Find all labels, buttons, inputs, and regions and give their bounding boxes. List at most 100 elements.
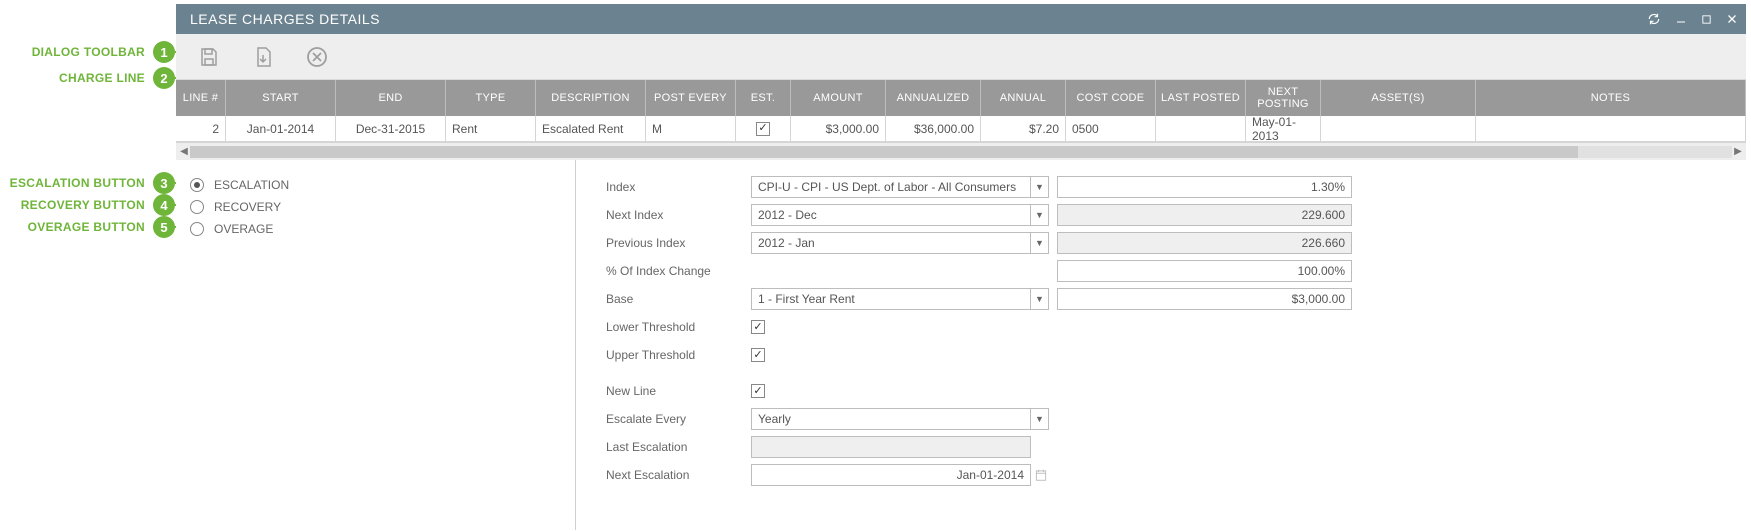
lower-threshold-checkbox[interactable]: ✓ xyxy=(751,320,765,334)
cell-end: Dec-31-2015 xyxy=(336,116,446,141)
cell-amt: $3,000.00 xyxy=(791,116,886,141)
titlebar: LEASE CHARGES DETAILS xyxy=(176,4,1746,34)
base-select[interactable]: 1 - First Year Rent xyxy=(751,288,1031,310)
label-last-esc: Last Escalation xyxy=(606,440,751,454)
label-next-index: Next Index xyxy=(606,208,751,222)
col-lpost[interactable]: LAST POSTED xyxy=(1156,80,1246,116)
upper-threshold-checkbox[interactable]: ✓ xyxy=(751,348,765,362)
cell-post: M xyxy=(646,116,736,141)
prev-index-select[interactable]: 2012 - Jan xyxy=(751,232,1031,254)
col-asset[interactable]: ASSET(S) xyxy=(1321,80,1476,116)
col-start[interactable]: START xyxy=(226,80,336,116)
index-value-input[interactable]: 1.30% xyxy=(1057,176,1352,198)
next-index-select[interactable]: 2012 - Dec xyxy=(751,204,1031,226)
cell-next: May-01-2013 xyxy=(1246,116,1321,141)
radio-label: OVERAGE xyxy=(214,222,273,236)
callout-number: 4 xyxy=(153,194,175,216)
cell-type: Rent xyxy=(446,116,536,141)
callout-label: OVERAGE BUTTON xyxy=(28,220,145,234)
refresh-icon[interactable] xyxy=(1647,12,1661,26)
cell-notes xyxy=(1476,116,1746,141)
label-index: Index xyxy=(606,180,751,194)
callout-number: 5 xyxy=(153,216,175,238)
cell-annz: $36,000.00 xyxy=(886,116,981,141)
col-cost[interactable]: COST CODE xyxy=(1066,80,1156,116)
label-base: Base xyxy=(606,292,751,306)
dialog-title: LEASE CHARGES DETAILS xyxy=(190,11,380,27)
col-annz[interactable]: ANNUALIZED xyxy=(886,80,981,116)
cell-est: ✓ xyxy=(736,116,791,141)
table-row[interactable]: 2 Jan-01-2014 Dec-31-2015 Rent Escalated… xyxy=(176,116,1746,142)
cancel-icon[interactable] xyxy=(304,44,330,70)
radio-recovery[interactable]: RECOVERY xyxy=(190,196,575,218)
radio-icon xyxy=(190,222,204,236)
new-line-checkbox[interactable]: ✓ xyxy=(751,384,765,398)
col-end[interactable]: END xyxy=(336,80,446,116)
radio-escalation[interactable]: ESCALATION xyxy=(190,174,575,196)
col-post[interactable]: POST EVERY xyxy=(646,80,736,116)
cell-start: Jan-01-2014 xyxy=(226,116,336,141)
detail-split: ESCALATION RECOVERY OVERAGE Index CPI-U … xyxy=(176,160,1746,530)
label-esc-every: Escalate Every xyxy=(606,412,751,426)
radio-label: ESCALATION xyxy=(214,178,289,192)
option-panel: ESCALATION RECOVERY OVERAGE xyxy=(176,160,576,530)
lease-charges-dialog: LEASE CHARGES DETAILS xyxy=(176,4,1746,529)
col-line[interactable]: LINE # xyxy=(176,80,226,116)
escalate-every-select[interactable]: Yearly xyxy=(751,408,1031,430)
chevron-down-icon[interactable]: ▼ xyxy=(1031,232,1049,254)
calendar-icon[interactable] xyxy=(1031,464,1051,486)
chevron-down-icon[interactable]: ▼ xyxy=(1031,408,1049,430)
next-escalation-field[interactable]: Jan-01-2014 xyxy=(751,464,1031,486)
callout-label: CHARGE LINE xyxy=(59,71,145,85)
cell-asset xyxy=(1321,116,1476,141)
charges-grid: LINE # START END TYPE DESCRIPTION POST E… xyxy=(176,80,1746,160)
scroll-thumb[interactable] xyxy=(190,146,1578,158)
col-next[interactable]: NEXT POSTING xyxy=(1246,80,1321,116)
col-ann[interactable]: ANNUAL xyxy=(981,80,1066,116)
cell-line: 2 xyxy=(176,116,226,141)
maximize-icon[interactable] xyxy=(1701,14,1712,25)
label-lower: Lower Threshold xyxy=(606,320,751,334)
cell-ann: $7.20 xyxy=(981,116,1066,141)
grid-header: LINE # START END TYPE DESCRIPTION POST E… xyxy=(176,80,1746,116)
callout-label: ESCALATION BUTTON xyxy=(10,176,145,190)
label-upper: Upper Threshold xyxy=(606,348,751,362)
next-index-value: 229.600 xyxy=(1057,204,1352,226)
label-prev-index: Previous Index xyxy=(606,236,751,250)
base-value-input[interactable]: $3,000.00 xyxy=(1057,288,1352,310)
callout-number: 2 xyxy=(153,67,175,89)
col-type[interactable]: TYPE xyxy=(446,80,536,116)
col-notes[interactable]: NOTES xyxy=(1476,80,1746,116)
callout-number: 1 xyxy=(153,41,175,63)
scroll-track[interactable] xyxy=(190,146,1732,158)
cell-desc: Escalated Rent xyxy=(536,116,646,141)
scroll-right-icon[interactable]: ▶ xyxy=(1732,146,1744,157)
save-icon[interactable] xyxy=(196,44,222,70)
chevron-down-icon[interactable]: ▼ xyxy=(1031,288,1049,310)
col-amt[interactable]: AMOUNT xyxy=(791,80,886,116)
radio-icon xyxy=(190,200,204,214)
col-desc[interactable]: DESCRIPTION xyxy=(536,80,646,116)
cell-lpost xyxy=(1156,116,1246,141)
chevron-down-icon[interactable]: ▼ xyxy=(1031,204,1049,226)
escalation-form: Index CPI-U - CPI - US Dept. of Labor - … xyxy=(576,160,1746,530)
radio-label: RECOVERY xyxy=(214,200,281,214)
grid-scrollbar[interactable]: ◀ ▶ xyxy=(176,142,1746,160)
last-escalation-field xyxy=(751,436,1031,458)
scroll-left-icon[interactable]: ◀ xyxy=(178,146,190,157)
col-est[interactable]: EST. xyxy=(736,80,791,116)
callout-number: 3 xyxy=(153,172,175,194)
radio-overage[interactable]: OVERAGE xyxy=(190,218,575,240)
label-next-esc: Next Escalation xyxy=(606,468,751,482)
radio-icon xyxy=(190,178,204,192)
callout-label: RECOVERY BUTTON xyxy=(21,198,145,212)
cell-cost: 0500 xyxy=(1066,116,1156,141)
est-checkbox[interactable]: ✓ xyxy=(756,122,770,136)
close-icon[interactable] xyxy=(1726,13,1738,25)
label-newline: New Line xyxy=(606,384,751,398)
export-icon[interactable] xyxy=(250,44,276,70)
index-select[interactable]: CPI-U - CPI - US Dept. of Labor - All Co… xyxy=(751,176,1031,198)
pct-change-input[interactable]: 100.00% xyxy=(1057,260,1352,282)
chevron-down-icon[interactable]: ▼ xyxy=(1031,176,1049,198)
minimize-icon[interactable] xyxy=(1675,13,1687,25)
